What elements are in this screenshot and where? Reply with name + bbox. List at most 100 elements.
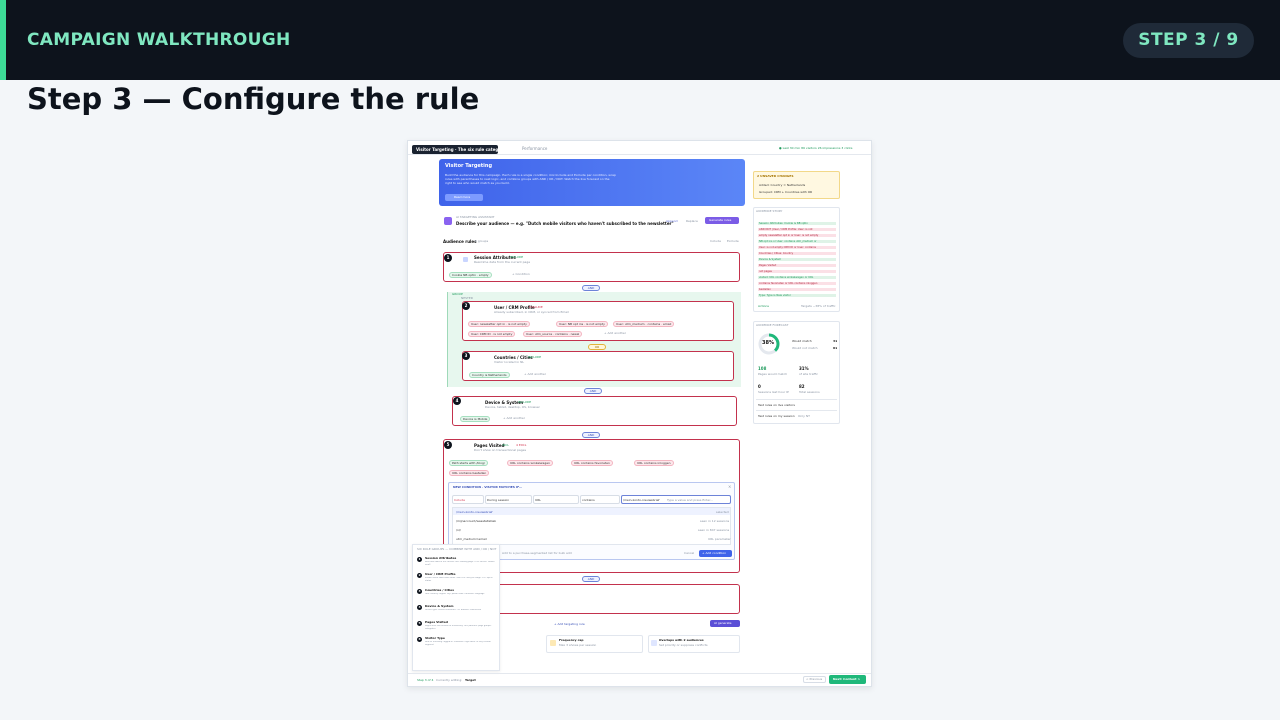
story-line: Countries / Cities: Country: [759, 252, 794, 255]
divider: [756, 410, 837, 411]
legend-item-desc: Device type, screen resolution, OS, brow…: [425, 609, 482, 611]
condition-chip[interactable]: User: utm_medium · contains · email: [613, 321, 675, 327]
condition-chip[interactable]: Country is Netherlands: [469, 372, 510, 378]
and-connector[interactable]: AND: [582, 432, 600, 438]
editing-label: Currently editing:: [436, 678, 463, 682]
condition-chip[interactable]: URL contains bestellen: [449, 470, 490, 476]
new-condition-title: NEW CONDITION · VISITOR MATCHES IF...: [453, 485, 523, 489]
assistant-prompt[interactable]: Describe your audience — e.g. "Dutch mob…: [456, 221, 674, 226]
legend-item-desc: Known visitor data from email CRM/CDP: l…: [425, 577, 493, 582]
replace-option[interactable]: Replace: [686, 219, 698, 224]
and-connector[interactable]: AND: [584, 388, 602, 394]
or-connector[interactable]: OR: [588, 344, 606, 350]
story-actions[interactable]: Actions: [758, 304, 769, 309]
stat-label: Sessions last hour IP: [758, 390, 789, 394]
scope-value: During session: [487, 498, 510, 502]
step-counter: Step 3 of 4: [417, 678, 434, 682]
ai-generate-label: AI generate: [714, 621, 732, 625]
story-line: AND NOT (User / CRM Profile: User: is no…: [759, 228, 813, 231]
legend-number: 3: [417, 589, 422, 594]
value-placeholder: Type a value and press Enter...: [667, 498, 714, 502]
legend-item-desc: Real-time data of the current visit: lan…: [425, 561, 496, 566]
rule-number: 2: [462, 302, 470, 310]
add-another-link[interactable]: + Add another: [604, 331, 626, 336]
legend-number: 6: [417, 637, 422, 642]
legend-number: 4: [417, 605, 422, 610]
exclude-legend: Exclude: [727, 239, 739, 243]
story-line: Type: Type is New visitor: [759, 294, 791, 297]
forecast-percent: 38%: [762, 340, 774, 346]
story-line: empty newsletter opt in or User: is not …: [759, 234, 819, 237]
and-connector[interactable]: AND: [582, 285, 600, 291]
legend-number: 2: [417, 573, 422, 578]
story-line: Device & System: [759, 258, 782, 261]
session-icon: [463, 257, 468, 262]
tooltip-text: Visitor Targeting · The six rule categor…: [416, 147, 510, 152]
would-not-value: 81: [833, 346, 838, 350]
operator-value: contains: [582, 498, 595, 502]
sparkle-icon: [444, 217, 452, 225]
bulk-add-hint: Add to a purchase-segmented list for bul…: [502, 551, 572, 555]
test-session-meta: Only NT: [798, 414, 810, 418]
story-line: bestellen: [759, 288, 771, 291]
overlap-sub: Set priority or suppress conflicts: [659, 643, 708, 647]
suggestion-note: seen in 12 sessions: [700, 519, 730, 523]
suggestion-item[interactable]: /nl/: [456, 528, 461, 533]
condition-chip[interactable]: Path starts with /blog/: [449, 460, 488, 466]
suggestion-note: seen in 847 sessions: [698, 528, 730, 532]
suggestion-item[interactable]: utm_medium=email: [456, 537, 487, 542]
would-match-label: Would match: [792, 339, 812, 343]
add-condition-link[interactable]: + Condition: [512, 272, 530, 277]
condition-chip[interactable]: Device is Mobile: [460, 416, 491, 422]
suggestion-item[interactable]: /mein-konto-nieuwsbrief: [456, 510, 493, 515]
suggestion-note: selected: [716, 510, 729, 514]
add-another-link[interactable]: + Add another: [503, 416, 525, 421]
cancel-button[interactable]: Cancel: [684, 551, 694, 556]
tab-performance[interactable]: Performance: [522, 146, 547, 151]
append-option[interactable]: Append: [666, 219, 678, 224]
clock-icon: [550, 640, 556, 646]
header-accent-bar: [0, 0, 6, 80]
condition-chip[interactable]: User: NB opt ins · is not empty: [556, 321, 608, 327]
step-indicator: STEP 3 / 9: [1123, 23, 1254, 58]
rule-number: 5: [444, 441, 452, 449]
editing-value: Target: [465, 678, 476, 682]
previous-label: < Previous: [806, 677, 823, 681]
story-line: visited: URL contains winkelwagen or URL: [759, 276, 814, 279]
condition-chip[interactable]: User: CRM ID · is not empty: [468, 331, 516, 337]
condition-chip[interactable]: URL contains winkelwagen: [507, 460, 553, 466]
stat-value: 108: [758, 366, 767, 371]
divider: [408, 673, 871, 674]
stat-label: Pages would match: [758, 372, 788, 376]
condition-chip[interactable]: URL contains inloggen: [634, 460, 674, 466]
assistant-label: AI TARGETING ASSISTANT: [456, 215, 495, 219]
story-line: NB opt ins or User: contains utm_medium …: [759, 240, 817, 243]
test-session-link[interactable]: Test rules on my session: [758, 414, 795, 419]
test-live-link[interactable]: Test rules on live visitors: [758, 403, 795, 408]
add-targeting-rule[interactable]: + Add targeting rule: [554, 622, 585, 627]
condition-chip[interactable]: Cookie NB optin · empty: [449, 272, 492, 278]
rule-sub: Device, tablet, desktop, OS, browser: [485, 405, 540, 409]
condition-chip[interactable]: User: utm_source · contains · newsl: [523, 331, 583, 337]
condition-chip[interactable]: URL contains favorieten: [571, 460, 613, 466]
would-match-value: 31: [833, 339, 838, 343]
suggestion-item[interactable]: /mijnaccount/wasstatistiek: [456, 519, 496, 524]
rule-tag: INCLUDE: [528, 355, 542, 359]
divider: [408, 154, 871, 155]
story-line: not pages: [759, 270, 772, 273]
read-more-label: Read more: [454, 195, 471, 199]
unsaved-line: Added: Country = Netherlands: [759, 183, 806, 187]
and-connector[interactable]: AND: [582, 576, 600, 582]
story-line: contains favorieten or URL contains inlo…: [759, 282, 818, 285]
condition-chip[interactable]: User: newsletter opt in · is not empty: [468, 321, 530, 327]
add-another-link[interactable]: + Add another: [524, 372, 546, 377]
add-condition-label: + Add condition: [702, 551, 727, 555]
legend-number: 5: [417, 621, 422, 626]
rule-number: 4: [453, 397, 461, 405]
stat-value: 82: [799, 384, 805, 389]
stat-value: 0: [758, 384, 761, 389]
rule-sub: Real-time data from the current page: [474, 260, 531, 264]
include-legend: Include: [710, 239, 721, 243]
close-icon[interactable]: ×: [728, 484, 732, 489]
embedded-screenshot: Visitor Targeting · The six rule categor…: [407, 140, 872, 687]
